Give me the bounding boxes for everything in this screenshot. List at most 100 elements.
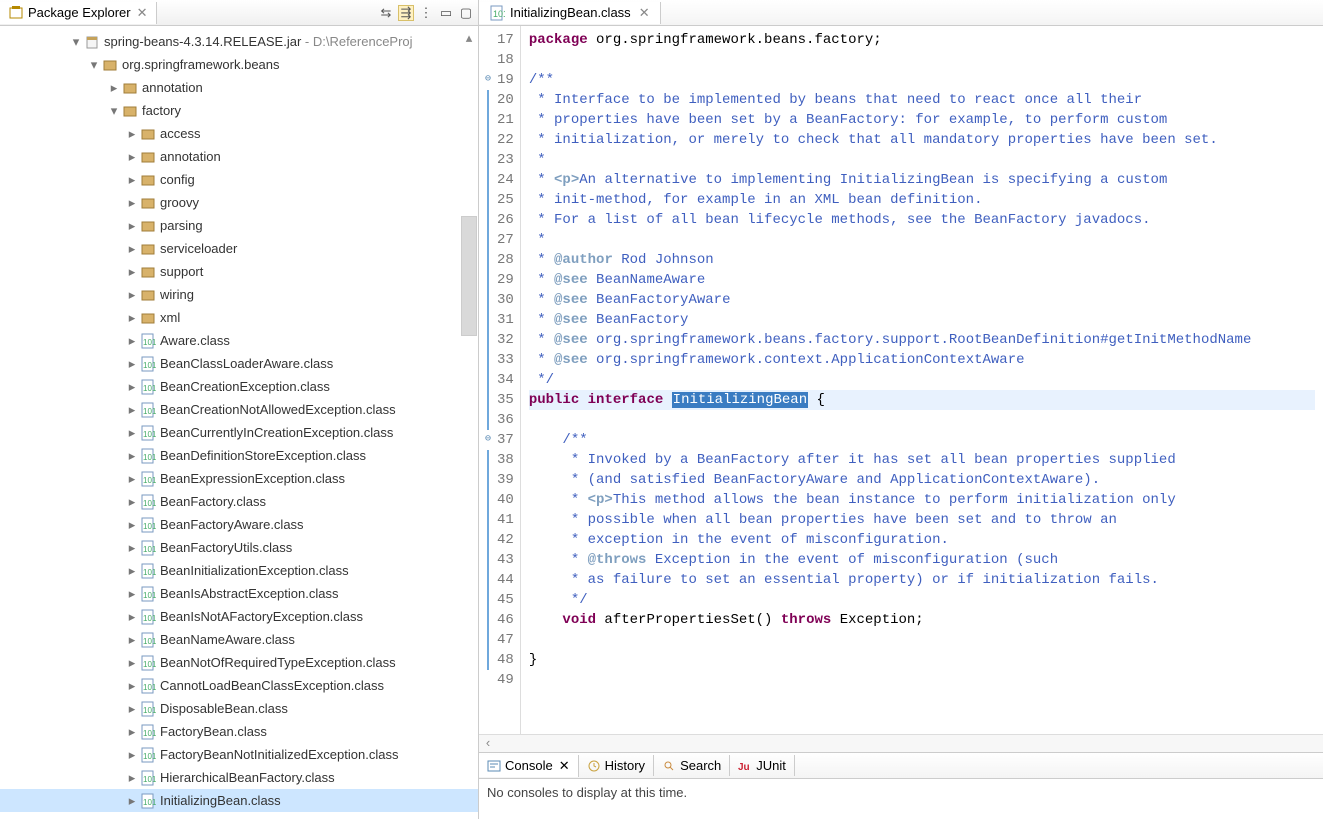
tree-item-class[interactable]: ▸101Aware.class (0, 329, 478, 352)
tree-label: BeanClassLoaderAware.class (160, 356, 333, 371)
tree-item-class[interactable]: ▸101FactoryBean.class (0, 720, 478, 743)
chevron-right-icon[interactable]: ▸ (124, 655, 140, 671)
chevron-right-icon[interactable]: ▸ (124, 448, 140, 464)
tree-item-package-factory[interactable]: ▾ factory (0, 99, 478, 122)
view-menu-icon[interactable]: ⋮ (418, 5, 434, 21)
code-editor[interactable]: ⊖⊖ 1718192021222324252627282930313233343… (479, 26, 1323, 734)
tree-item-class[interactable]: ▸101BeanCreationException.class (0, 375, 478, 398)
chevron-right-icon[interactable]: ▸ (124, 540, 140, 556)
link-editor-icon[interactable]: ⇶ (398, 5, 414, 21)
tree-item-class[interactable]: ▸101BeanIsAbstractException.class (0, 582, 478, 605)
chevron-right-icon[interactable]: ▸ (124, 356, 140, 372)
scroll-up-icon[interactable]: ▴ (461, 30, 477, 46)
tree-item-class[interactable]: ▸101BeanExpressionException.class (0, 467, 478, 490)
tree-label: annotation (160, 149, 221, 164)
chevron-right-icon[interactable]: ▸ (124, 494, 140, 510)
console-body: No consoles to display at this time. (479, 779, 1323, 819)
package-icon (140, 287, 156, 303)
chevron-right-icon[interactable]: ▸ (124, 379, 140, 395)
chevron-right-icon[interactable]: ▸ (124, 264, 140, 280)
tree-item-package[interactable]: ▾ org.springframework.beans (0, 53, 478, 76)
chevron-right-icon[interactable]: ▸ (124, 149, 140, 165)
tree-item-package[interactable]: ▸ support (0, 260, 478, 283)
tree-item-package[interactable]: ▸xml (0, 306, 478, 329)
chevron-right-icon[interactable]: ▸ (124, 218, 140, 234)
editor-tab[interactable]: 101 InitializingBean.class ✕ (479, 2, 661, 24)
horizontal-scrollbar[interactable]: ‹ (479, 734, 1323, 752)
tree-item-class[interactable]: ▸101FactoryBeanNotInitializedException.c… (0, 743, 478, 766)
chevron-right-icon[interactable]: ▸ (124, 770, 140, 786)
tree-item-class[interactable]: ▸101BeanCurrentlyInCreationException.cla… (0, 421, 478, 444)
chevron-right-icon[interactable]: ▸ (124, 793, 140, 809)
tree-item-class[interactable]: ▸101BeanNotOfRequiredTypeException.class (0, 651, 478, 674)
chevron-right-icon[interactable]: ▸ (124, 609, 140, 625)
chevron-down-icon[interactable]: ▾ (106, 103, 122, 119)
chevron-right-icon[interactable]: ▸ (124, 678, 140, 694)
chevron-down-icon[interactable]: ▾ (86, 57, 102, 73)
class-file-icon: 101 (140, 356, 156, 372)
vertical-scrollbar[interactable] (461, 216, 477, 336)
tree-item-class[interactable]: ▸101BeanDefinitionStoreException.class (0, 444, 478, 467)
chevron-right-icon[interactable]: ▸ (124, 471, 140, 487)
chevron-right-icon[interactable]: ▸ (124, 402, 140, 418)
tree-item-package[interactable]: ▸parsing (0, 214, 478, 237)
chevron-right-icon[interactable]: ▸ (124, 126, 140, 142)
tree-item-class[interactable]: ▸101DisposableBean.class (0, 697, 478, 720)
tree-item-class[interactable]: ▸101 BeanClassLoaderAware.class (0, 352, 478, 375)
tree-item-package[interactable]: ▸config (0, 168, 478, 191)
tree-label: FactoryBeanNotInitializedException.class (160, 747, 398, 762)
svg-text:101: 101 (493, 9, 505, 19)
tree-item-class[interactable]: ▸101BeanFactoryAware.class (0, 513, 478, 536)
close-icon[interactable]: ✕ (137, 5, 148, 21)
tree-item-class[interactable]: ▸101BeanIsNotAFactoryException.class (0, 605, 478, 628)
tree-item-class[interactable]: ▸101HierarchicalBeanFactory.class (0, 766, 478, 789)
chevron-right-icon[interactable]: ▸ (124, 586, 140, 602)
tree-item-package[interactable]: ▸ annotation (0, 145, 478, 168)
chevron-right-icon[interactable]: ▸ (124, 241, 140, 257)
tree-label: support (160, 264, 203, 279)
chevron-right-icon[interactable]: ▸ (106, 80, 122, 96)
chevron-right-icon[interactable]: ▸ (124, 563, 140, 579)
tree-item-package[interactable]: ▸serviceloader (0, 237, 478, 260)
tree-item-package[interactable]: ▸access (0, 122, 478, 145)
close-icon[interactable]: ✕ (639, 5, 650, 21)
code-area[interactable]: package org.springframework.beans.factor… (521, 26, 1323, 734)
tree-item-package[interactable]: ▸wiring (0, 283, 478, 306)
tab-history[interactable]: History (579, 755, 654, 776)
chevron-right-icon[interactable]: ▸ (124, 333, 140, 349)
close-icon[interactable]: ✕ (559, 758, 570, 774)
tree-item-class[interactable]: ▸101BeanFactoryUtils.class (0, 536, 478, 559)
tree-item-class[interactable]: ▸101InitializingBean.class (0, 789, 478, 812)
minimize-icon[interactable]: ▭ (438, 5, 454, 21)
chevron-right-icon[interactable]: ▸ (124, 425, 140, 441)
scroll-left-icon[interactable]: ‹ (479, 735, 497, 753)
maximize-icon[interactable]: ▢ (458, 5, 474, 21)
tree-item-class[interactable]: ▸101BeanInitializationException.class (0, 559, 478, 582)
chevron-right-icon[interactable]: ▸ (124, 287, 140, 303)
tree-item-package[interactable]: ▸groovy (0, 191, 478, 214)
collapse-all-icon[interactable]: ⇆ (378, 5, 394, 21)
chevron-right-icon[interactable]: ▸ (124, 310, 140, 326)
tree-item-jar[interactable]: ▾ spring-beans-4.3.14.RELEASE.jar - D:\R… (0, 30, 478, 53)
tree-item-class[interactable]: ▸101BeanCreationNotAllowedException.clas… (0, 398, 478, 421)
package-explorer-tree[interactable]: ▾ spring-beans-4.3.14.RELEASE.jar - D:\R… (0, 26, 478, 819)
tree-item-class[interactable]: ▸101CannotLoadBeanClassException.class (0, 674, 478, 697)
chevron-right-icon[interactable]: ▸ (124, 195, 140, 211)
chevron-right-icon[interactable]: ▸ (124, 172, 140, 188)
chevron-right-icon[interactable]: ▸ (124, 517, 140, 533)
chevron-right-icon[interactable]: ▸ (124, 724, 140, 740)
tree-item-class[interactable]: ▸101BeanFactory.class (0, 490, 478, 513)
chevron-right-icon[interactable]: ▸ (124, 632, 140, 648)
tree-item-package[interactable]: ▸ annotation (0, 76, 478, 99)
tab-junit[interactable]: Ju JUnit (730, 755, 795, 776)
class-file-icon: 101 (140, 586, 156, 602)
chevron-right-icon[interactable]: ▸ (124, 701, 140, 717)
svg-text:101: 101 (143, 384, 156, 393)
chevron-down-icon[interactable]: ▾ (68, 34, 84, 50)
tab-console[interactable]: Console ✕ (479, 755, 579, 777)
tab-search[interactable]: Search (654, 755, 730, 776)
svg-text:101: 101 (143, 338, 156, 347)
package-explorer-tab[interactable]: Package Explorer ✕ (0, 2, 157, 24)
tree-item-class[interactable]: ▸101BeanNameAware.class (0, 628, 478, 651)
chevron-right-icon[interactable]: ▸ (124, 747, 140, 763)
